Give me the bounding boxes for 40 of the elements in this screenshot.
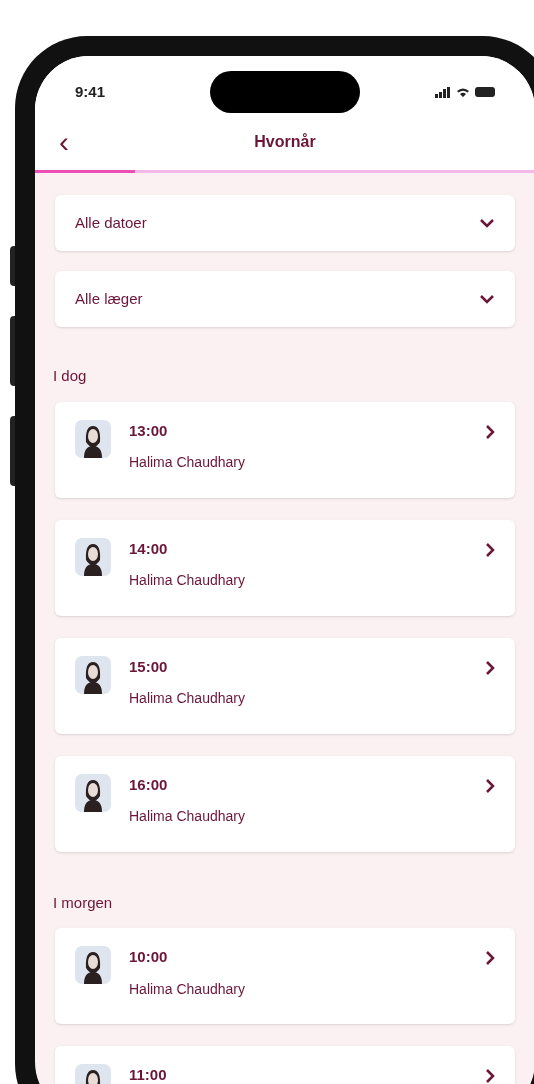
filter-dropdown[interactable]: Alle datoer <box>55 195 515 251</box>
appointment-card[interactable]: 14:00 Halima Chaudhary <box>55 519 515 616</box>
chevron-right-icon <box>485 659 495 676</box>
chevron-right-icon <box>485 950 495 966</box>
avatar-icon <box>75 655 111 694</box>
chevron-right-icon <box>485 541 495 558</box>
avatar-icon <box>75 946 111 984</box>
doctor-name: Halima Chaudhary <box>129 689 246 708</box>
appointment-time: 15:00 <box>129 656 169 677</box>
chevron-down-icon <box>479 294 495 304</box>
chevron-right-icon <box>485 777 495 794</box>
avatar-icon <box>75 773 111 812</box>
appointment-time: 11:00 <box>129 1065 168 1084</box>
chevron-down-icon <box>479 218 495 228</box>
signal-icon <box>435 86 451 98</box>
appointment-card[interactable]: 11:00 <box>55 1046 515 1084</box>
avatar-icon <box>75 419 111 458</box>
battery-icon <box>475 87 495 97</box>
screen-title: Hvornår <box>253 132 317 152</box>
doctor-name: Halima Chaudhary <box>129 979 246 999</box>
filter-dropdown[interactable]: Alle læger <box>55 271 515 327</box>
appointment-time: 10:00 <box>129 947 169 967</box>
appointment-time: 16:00 <box>129 774 169 795</box>
section-heading: I dog <box>53 366 88 386</box>
appointment-card[interactable]: 13:00 Halima Chaudhary <box>55 401 515 498</box>
appointment-card[interactable]: 15:00 Halima Chaudhary <box>55 637 515 734</box>
appointment-time: 14:00 <box>129 538 169 559</box>
wifi-icon <box>456 86 470 98</box>
chevron-right-icon <box>485 1068 495 1084</box>
appointment-card[interactable]: 16:00 Halima Chaudhary <box>55 755 515 852</box>
appointment-card[interactable]: 10:00 Halima Chaudhary <box>55 928 515 1024</box>
doctor-name: Halima Chaudhary <box>129 807 246 826</box>
back-button[interactable]: ‹ <box>59 127 99 157</box>
status-time: 9:41 <box>75 81 107 102</box>
appointment-time: 13:00 <box>129 420 169 441</box>
doctor-name: Halima Chaudhary <box>129 453 246 472</box>
section-heading: I morgen <box>53 892 114 913</box>
avatar-icon <box>75 537 111 576</box>
doctor-name: Halima Chaudhary <box>129 571 246 590</box>
chevron-right-icon <box>485 423 495 440</box>
